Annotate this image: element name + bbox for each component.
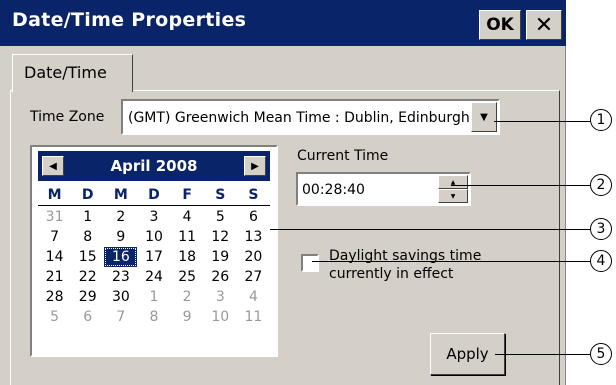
calendar-day[interactable]: 1 [137, 287, 170, 307]
calendar-day[interactable]: 3 [204, 287, 237, 307]
callout-marker-5: 5 [590, 343, 612, 365]
calendar-day[interactable]: 11 [171, 227, 204, 247]
calendar-day[interactable]: 8 [71, 227, 104, 247]
callout-marker-4: 4 [590, 250, 612, 272]
calendar-day[interactable]: 5 [38, 307, 71, 327]
time-spinner[interactable]: ▲ ▼ [438, 175, 468, 203]
month-label: April 2008 [110, 157, 198, 175]
calendar: ◀ April 2008 ▶ MDMDFSS 31 1 2 3 4 5 6 7 8 9 10 11 12… [30, 145, 278, 357]
callout-marker-1: 1 [590, 109, 612, 131]
weekday-label: M [47, 187, 62, 203]
callout-line-5 [495, 354, 590, 355]
calendar-day[interactable]: 2 [171, 287, 204, 307]
calendar-day[interactable]: 6 [71, 307, 104, 327]
daylight-savings-label-line1: Daylight savings time [329, 248, 482, 264]
window-title: Date/Time Properties [12, 9, 247, 31]
ok-button[interactable]: OK [479, 10, 521, 40]
calendar-day[interactable]: 31 [38, 207, 71, 227]
calendar-day[interactable]: 15 [71, 247, 104, 267]
calendar-day[interactable]: 13 [237, 227, 270, 247]
calendar-day[interactable]: 19 [204, 247, 237, 267]
calendar-day[interactable]: 28 [38, 287, 71, 307]
calendar-day[interactable]: 12 [204, 227, 237, 247]
calendar-day[interactable]: 16 [104, 247, 138, 267]
calendar-day[interactable]: 7 [38, 227, 71, 247]
calendar-day[interactable]: 5 [204, 207, 237, 227]
calendar-day[interactable]: 8 [137, 307, 170, 327]
weekday-label: F [182, 187, 192, 203]
tab-date-time[interactable]: Date/Time [12, 54, 133, 92]
title-bar: Date/Time Properties OK ✕ [0, 0, 566, 46]
weekday-label: D [81, 187, 94, 203]
daylight-savings-label: Daylight savings time currently in effec… [329, 247, 481, 283]
time-value: 00:28:40 [302, 182, 365, 198]
next-month-button[interactable]: ▶ [244, 156, 266, 176]
spin-up-icon[interactable]: ▲ [438, 175, 468, 189]
callout-line-4 [312, 261, 590, 262]
calendar-day[interactable]: 4 [171, 207, 204, 227]
callout-marker-2: 2 [590, 174, 612, 196]
weekday-label: D [148, 187, 160, 203]
calendar-day[interactable]: 6 [237, 207, 270, 227]
date-time-properties-window: Date/Time Properties OK ✕ Date/Time Time… [0, 0, 566, 385]
calendar-day[interactable]: 23 [104, 267, 137, 287]
time-zone-value: (GMT) Greenwich Mean Time : Dublin, Edin… [128, 110, 470, 126]
spin-down-icon[interactable]: ▼ [438, 189, 468, 203]
weekday-label: S [215, 187, 226, 203]
dropdown-arrow-icon[interactable]: ▼ [471, 102, 497, 132]
calendar-day[interactable]: 17 [137, 247, 170, 267]
tab-label: Date/Time [24, 63, 107, 82]
current-time-label: Current Time [297, 148, 389, 164]
calendar-day[interactable]: 3 [137, 207, 170, 227]
callout-marker-3: 3 [590, 218, 612, 240]
daylight-savings-checkbox[interactable] [301, 254, 319, 272]
calendar-day[interactable]: 30 [104, 287, 137, 307]
weekday-label: S [248, 187, 259, 203]
weekday-label: M [113, 187, 128, 203]
callout-line-2 [451, 185, 590, 186]
calendar-day[interactable]: 7 [104, 307, 137, 327]
daylight-savings-label-line2: currently in effect [329, 266, 454, 282]
calendar-day[interactable]: 1 [71, 207, 104, 227]
calendar-day[interactable]: 24 [137, 267, 170, 287]
calendar-day[interactable]: 9 [104, 227, 137, 247]
time-zone-label: Time Zone [30, 109, 105, 125]
calendar-day[interactable]: 29 [71, 287, 104, 307]
weekday-header: MDMDFSS [38, 185, 270, 206]
calendar-day[interactable]: 10 [204, 307, 237, 327]
calendar-day[interactable]: 10 [137, 227, 170, 247]
time-zone-dropdown[interactable]: (GMT) Greenwich Mean Time : Dublin, Edin… [121, 99, 500, 135]
arrow-right-icon: ▶ [251, 160, 259, 172]
calendar-day[interactable]: 20 [237, 247, 270, 267]
calendar-day[interactable]: 2 [104, 207, 137, 227]
calendar-day[interactable]: 14 [38, 247, 71, 267]
time-input[interactable]: 00:28:40 ▲ ▼ [296, 172, 471, 206]
calendar-day[interactable]: 21 [38, 267, 71, 287]
callout-line-3 [270, 229, 590, 230]
apply-button[interactable]: Apply [430, 333, 505, 375]
callout-line-1 [494, 121, 590, 122]
calendar-header: ◀ April 2008 ▶ [38, 151, 270, 181]
close-button[interactable]: ✕ [526, 10, 562, 40]
calendar-days: 31 1 2 3 4 5 6 7 8 9 10 11 12 13 14 15 16 17 18 19 20 21 22 23 2… [38, 207, 270, 327]
calendar-day[interactable]: 26 [204, 267, 237, 287]
calendar-day[interactable]: 25 [171, 267, 204, 287]
calendar-day[interactable]: 4 [237, 287, 270, 307]
calendar-day[interactable]: 9 [171, 307, 204, 327]
calendar-day[interactable]: 27 [237, 267, 270, 287]
calendar-day[interactable]: 11 [237, 307, 270, 327]
calendar-day[interactable]: 22 [71, 267, 104, 287]
calendar-day[interactable]: 18 [171, 247, 204, 267]
